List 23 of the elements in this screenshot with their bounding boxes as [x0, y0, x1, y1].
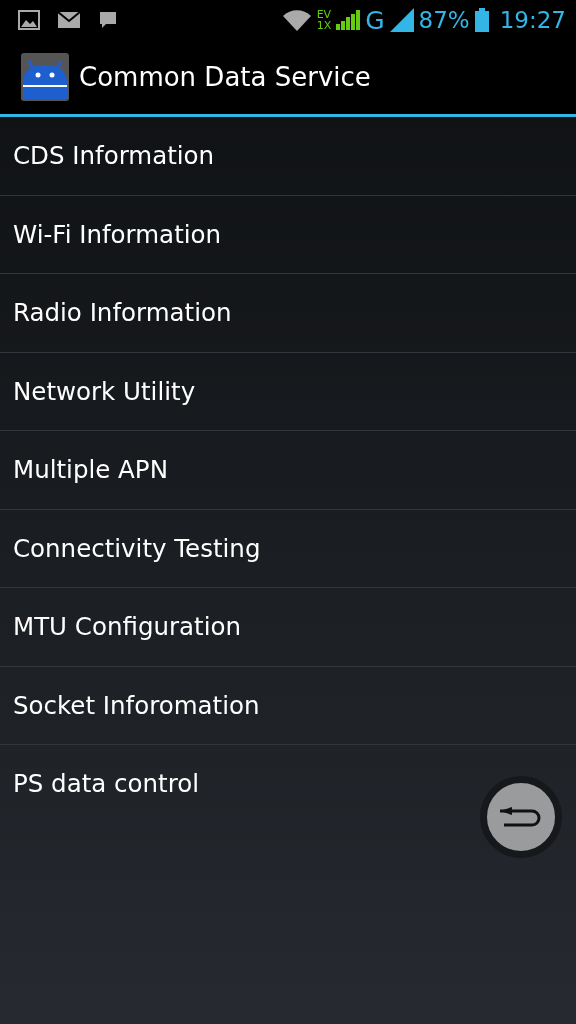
menu-item[interactable]: Wi-Fi Information	[0, 195, 576, 274]
clock: 19:27	[499, 7, 566, 33]
menu-item[interactable]: Radio Information	[0, 274, 576, 353]
chat-icon	[98, 10, 118, 30]
menu-item[interactable]: MTU Configuration	[0, 588, 576, 667]
signal-icon	[336, 10, 361, 30]
menu-item[interactable]: Socket Inforomation	[0, 666, 576, 745]
battery-icon	[474, 8, 489, 32]
menu-item[interactable]: CDS Information	[0, 117, 576, 196]
app-title: Common Data Service	[79, 62, 371, 92]
menu-item[interactable]: Connectivity Testing	[0, 509, 576, 588]
battery-percentage: 87%	[418, 7, 470, 33]
app-icon	[21, 53, 69, 101]
menu-item[interactable]: Network Utility	[0, 352, 576, 431]
mail-icon	[58, 12, 80, 28]
data-type-label: EV	[316, 9, 332, 20]
menu-item[interactable]: Multiple APN	[0, 431, 576, 510]
signal-icon	[389, 8, 414, 32]
network-type-label: G	[365, 5, 385, 35]
picture-icon	[18, 10, 40, 30]
wifi-icon	[281, 8, 312, 32]
data-type-label: 1X	[316, 20, 332, 31]
menu-item[interactable]: PS data control	[0, 745, 576, 823]
